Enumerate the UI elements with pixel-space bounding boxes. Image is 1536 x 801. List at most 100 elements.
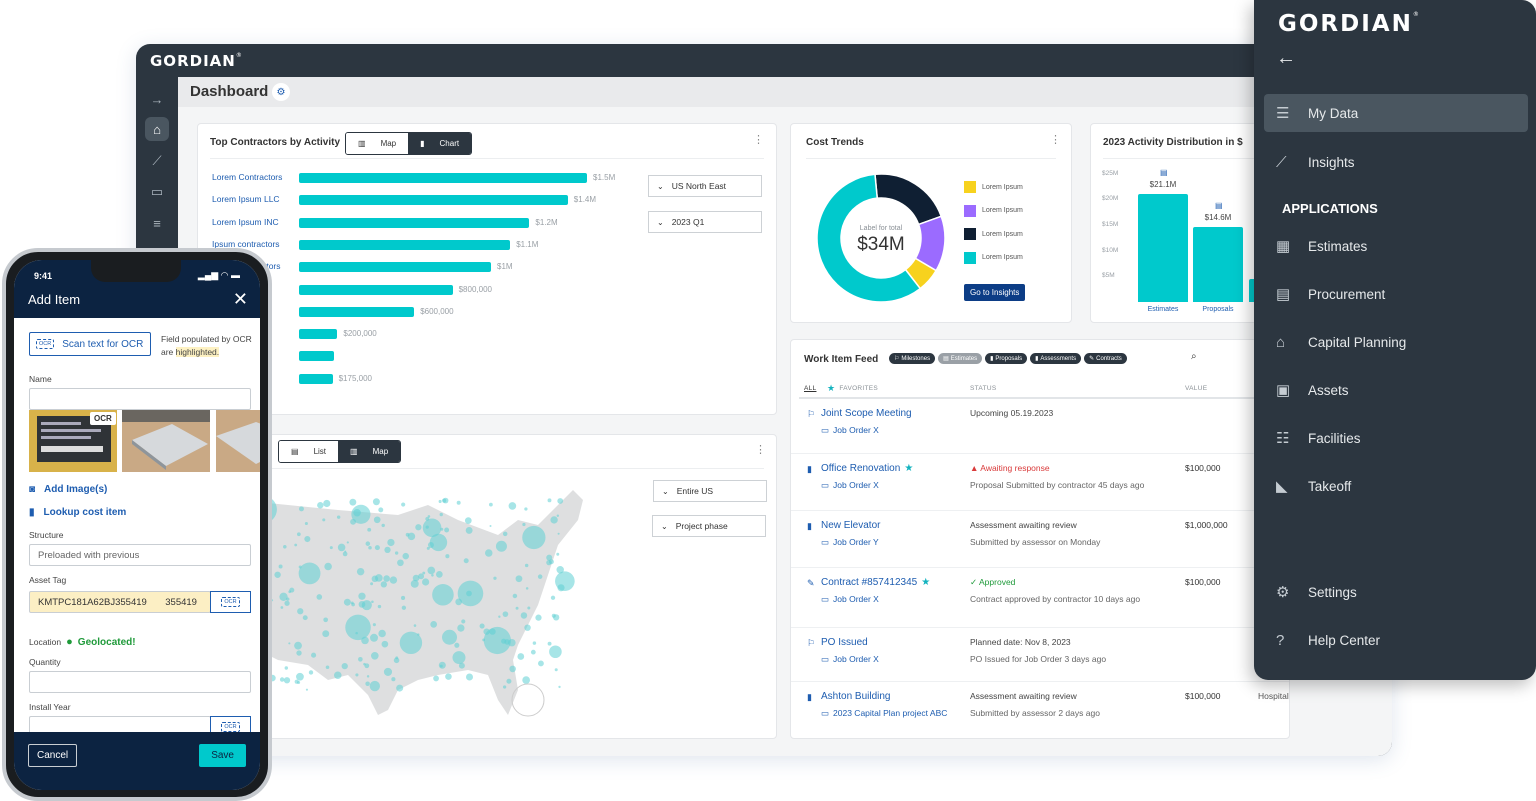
feed-item-title[interactable]: PO Issued	[821, 637, 868, 648]
map-bubble[interactable]	[556, 514, 560, 517]
asset-photo-slab[interactable]	[122, 410, 210, 472]
map-bubble[interactable]	[464, 517, 472, 524]
map-bubble[interactable]	[512, 593, 518, 599]
map-bubble[interactable]	[461, 619, 466, 624]
feed-item-title[interactable]: Contract #857412345 ★	[821, 577, 930, 588]
map-bubble[interactable]	[456, 500, 461, 505]
kebab-menu-icon[interactable]: ⋮	[755, 443, 766, 456]
map-bubble[interactable]	[383, 667, 393, 676]
feed-item-title[interactable]: New Elevator	[821, 520, 880, 531]
map-bubble[interactable]	[454, 642, 460, 648]
map-bubble[interactable]	[439, 664, 443, 668]
map-bubble[interactable]	[378, 629, 386, 638]
map-bubble[interactable]	[394, 551, 399, 555]
map-bubble[interactable]	[517, 653, 525, 660]
feed-item-title[interactable]: Joint Scope Meeting	[821, 408, 912, 419]
area-select[interactable]: ⌄ Entire US	[653, 480, 767, 502]
map-bubble[interactable]	[436, 571, 443, 578]
map-bubble[interactable]	[457, 580, 484, 607]
cancel-button[interactable]: Cancel	[28, 744, 78, 767]
map-bubble[interactable]	[323, 499, 331, 508]
nav-item-takeoff[interactable]: ◣ Takeoff	[1264, 467, 1528, 505]
map-bubble[interactable]	[322, 518, 326, 522]
map-bubble[interactable]	[324, 562, 332, 571]
contractor-bar[interactable]	[299, 217, 530, 228]
contractor-label[interactable]: Lorem Ipsum INC	[212, 217, 279, 227]
toggle-list[interactable]: ▤ List	[279, 441, 339, 462]
map-bubble[interactable]	[363, 662, 366, 666]
map-bubble[interactable]	[515, 575, 523, 583]
map-bubble[interactable]	[350, 518, 356, 525]
contractor-label[interactable]: Lorem Ipsum LLC	[212, 194, 280, 204]
expand-arrow-icon[interactable]: →	[145, 87, 169, 111]
map-bubble[interactable]	[380, 581, 387, 588]
database-icon[interactable]: ≡	[145, 211, 169, 235]
map-bubble[interactable]	[397, 559, 404, 567]
map-bubble[interactable]	[304, 521, 308, 526]
map-bubble[interactable]	[280, 606, 284, 609]
asset-tag-input[interactable]: KMTPC181A62BJ355419 355419	[29, 591, 211, 613]
tab-all[interactable]: ALL	[804, 385, 816, 392]
map-bubble[interactable]	[349, 498, 357, 506]
nav-item-assets[interactable]: ▣ Assets	[1264, 371, 1528, 409]
feed-item-folder[interactable]: ▭ Job Order X	[821, 480, 879, 491]
map-bubble[interactable]	[431, 574, 434, 577]
map-bubble[interactable]	[365, 541, 371, 546]
map-bubble[interactable]	[370, 633, 378, 642]
contractor-bar[interactable]	[299, 195, 568, 206]
map-bubble[interactable]	[296, 650, 302, 656]
map-bubble[interactable]	[402, 552, 409, 560]
map-bubble[interactable]	[425, 525, 429, 529]
map-bubble[interactable]	[430, 621, 438, 628]
nav-item-procurement[interactable]: ▤ Procurement	[1264, 275, 1528, 313]
filter-chip[interactable]: ▮ Proposals	[985, 353, 1028, 364]
nav-item-capital-planning[interactable]: ⌂ Capital Planning	[1264, 323, 1528, 361]
map-bubble[interactable]	[515, 606, 519, 610]
map-bubble[interactable]	[396, 684, 404, 692]
map-bubble[interactable]	[373, 516, 381, 524]
activity-bar-category[interactable]: Estimates	[1138, 306, 1188, 313]
map-bubble[interactable]	[370, 582, 374, 586]
contractor-bar[interactable]	[299, 351, 334, 362]
map-bubble[interactable]	[298, 562, 321, 585]
nav-item-settings[interactable]: ⚙ Settings	[1264, 573, 1528, 611]
filter-chip[interactable]: ▤ Estimates	[938, 353, 983, 364]
map-bubble[interactable]	[522, 676, 530, 684]
map-bubble[interactable]	[463, 558, 469, 564]
gear-icon[interactable]: ⚙	[272, 83, 290, 101]
map-bubble[interactable]	[294, 641, 302, 650]
map-bubble[interactable]	[311, 652, 317, 658]
close-icon[interactable]: ✕	[233, 289, 248, 310]
map-bubble[interactable]	[445, 673, 452, 680]
contractor-bar[interactable]	[299, 373, 333, 384]
map-bubble[interactable]	[413, 624, 417, 627]
map-bubble[interactable]	[532, 641, 537, 645]
map-bubble[interactable]	[495, 540, 507, 552]
filter-chip[interactable]: ▮ Assessments	[1030, 353, 1082, 364]
map-bubble[interactable]	[489, 524, 492, 527]
map-bubble[interactable]	[546, 554, 553, 561]
map-bubble[interactable]	[508, 502, 517, 510]
contractor-label[interactable]: Lorem Contractors	[212, 172, 282, 182]
map-bubble[interactable]	[553, 614, 560, 621]
map-bubble[interactable]	[284, 600, 290, 606]
map-bubble[interactable]	[372, 623, 376, 627]
map-bubble[interactable]	[522, 525, 546, 550]
map-bubble[interactable]	[384, 546, 391, 554]
folder-icon[interactable]: ▭	[145, 180, 169, 204]
map-bubble[interactable]	[502, 685, 507, 689]
nav-item-facilities[interactable]: ☷ Facilities	[1264, 419, 1528, 457]
map-bubble[interactable]	[387, 538, 395, 547]
asset-tag-ocr-button[interactable]: OCR	[210, 591, 251, 613]
map-bubble[interactable]	[302, 615, 308, 621]
map-bubble[interactable]	[367, 527, 372, 532]
map-bubble[interactable]	[284, 666, 289, 670]
map-bubble[interactable]	[429, 533, 448, 552]
map-bubble[interactable]	[557, 532, 560, 535]
map-bubble[interactable]	[530, 649, 536, 655]
phase-select[interactable]: ⌄ Project phase	[652, 515, 766, 537]
star-icon[interactable]: ★	[921, 577, 930, 588]
map-bubble[interactable]	[502, 531, 508, 537]
map-bubble[interactable]	[554, 668, 558, 672]
map-bubble[interactable]	[557, 584, 565, 592]
